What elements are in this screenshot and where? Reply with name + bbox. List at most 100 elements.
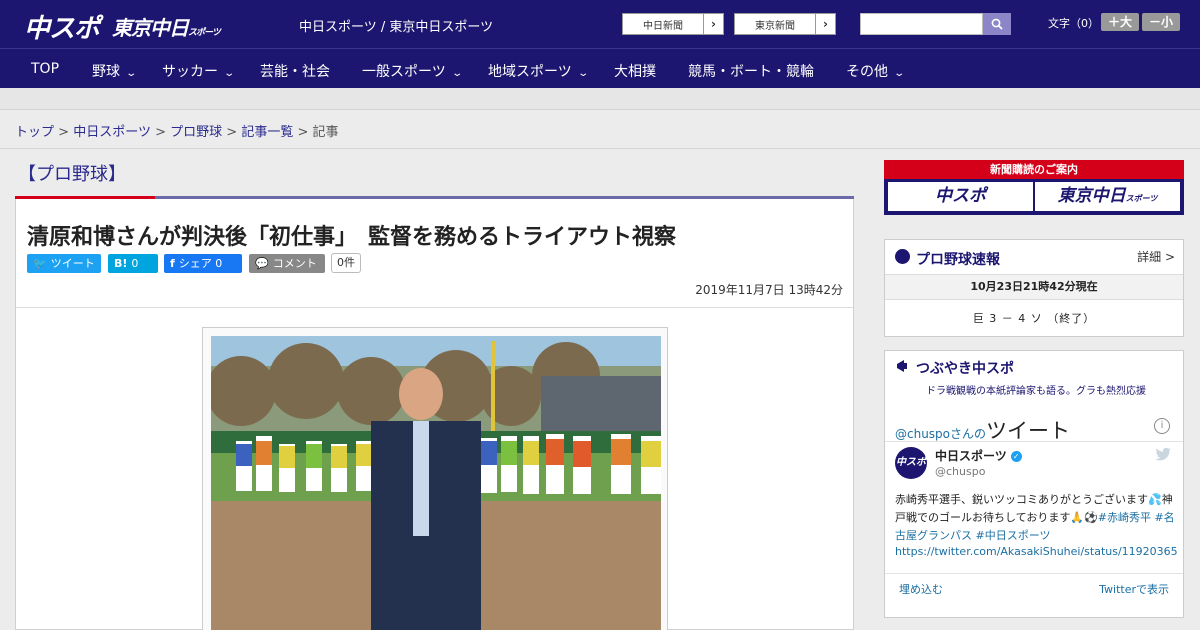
avatar[interactable]: 中スポ xyxy=(895,447,927,479)
subscribe-chuspo-button[interactable]: 中スポ xyxy=(888,182,1033,211)
chevron-down-icon: ⌄ xyxy=(451,68,463,79)
tokyo-chunichi-logo-small: スポーツ xyxy=(188,28,221,38)
nav-item-general-sports[interactable]: 一般スポーツ ⌄ xyxy=(362,61,463,81)
subscribe-tokyo-chunichi-small: スポーツ xyxy=(1125,194,1158,203)
nav-item-label: 芸能・社会 xyxy=(260,64,330,80)
subscription-banner[interactable]: 新聞購読のご案内 中スポ 東京中日スポーツ xyxy=(884,160,1184,215)
chevron-down-icon: ⌄ xyxy=(223,68,236,79)
tweets-widget-subtitle: ドラ戦観戦の本紙評論家も語る。グラも熱烈応援 xyxy=(926,386,1146,397)
nav-item-label: TOP xyxy=(31,61,60,77)
hatena-icon: B! xyxy=(114,257,128,270)
tokyo-chunichi-logo-text: 東京中日 xyxy=(112,16,189,40)
facebook-share-button[interactable]: f シェア 0 xyxy=(164,254,242,273)
font-size-label: 文字（0） xyxy=(1048,17,1099,30)
tweets-widget: つぶやき中スポ ドラ戦観戦の本紙評論家も語る。グラも熱烈応援 @chuspoさん… xyxy=(884,350,1184,618)
breadcrumb-separator: > xyxy=(155,125,166,140)
nav-item-sumo[interactable]: 大相撲 xyxy=(614,61,656,81)
twitter-bird-icon: 🐦 xyxy=(33,257,47,270)
breadcrumb-top[interactable]: トップ xyxy=(15,125,54,140)
breadcrumb-separator: > xyxy=(297,125,309,140)
nav-item-soccer[interactable]: サッカー ⌄ xyxy=(162,61,236,81)
nav-item-label: 地域スポーツ xyxy=(488,64,572,80)
nav-item-label: 大相撲 xyxy=(614,64,656,80)
article-photo[interactable] xyxy=(211,336,661,630)
nav-item-baseball[interactable]: 野球 ⌄ xyxy=(92,61,138,81)
hatena-bookmark-button[interactable]: B! 0 xyxy=(108,254,158,273)
nav-item-racing[interactable]: 競馬・ボート・競輪 xyxy=(688,61,814,81)
article-date: 2019年11月7日 13時42分 xyxy=(695,283,843,297)
tweet-url[interactable]: https://twitter.com/AkasakiShuhei/status… xyxy=(895,545,1177,558)
chevron-down-icon: ⌄ xyxy=(125,68,138,79)
embed-link[interactable]: 埋め込む xyxy=(899,581,943,597)
facebook-share-count: 0 xyxy=(215,257,223,270)
chevron-right-icon: › xyxy=(815,14,835,34)
subscribe-tokyo-chunichi-button[interactable]: 東京中日スポーツ xyxy=(1035,182,1180,211)
nav-item-local-sports[interactable]: 地域スポーツ ⌄ xyxy=(488,61,589,81)
search-input[interactable] xyxy=(860,13,983,35)
info-icon[interactable]: i xyxy=(1154,418,1170,434)
comment-label: コメント xyxy=(272,257,317,270)
breadcrumb: トップ > 中日スポーツ > プロ野球 > 記事一覧 > 記事 xyxy=(15,121,339,140)
chevron-down-icon: ⌄ xyxy=(577,68,589,79)
tokyo-shimbun-label: 東京新聞 xyxy=(755,21,795,32)
tweet-label: ツイート xyxy=(50,257,95,270)
hatena-count: 0 xyxy=(131,257,139,270)
account-name-text: 中日スポーツ xyxy=(935,449,1007,463)
nav-item-other[interactable]: その他 ⌄ xyxy=(846,61,906,81)
font-smaller-button[interactable]: －小 xyxy=(1142,13,1180,31)
ad-strip xyxy=(0,88,1200,110)
top-bar: 中スポ 東京中日スポーツ 中日スポーツ / 東京中日スポーツ 中日新聞 › 東京… xyxy=(0,0,1200,48)
baseball-detail-link[interactable]: 詳細 > xyxy=(1137,248,1175,265)
tweet-text: 赤崎秀平選手、鋭いツッコミありがとうございます💦神戸戦でのゴールお待ちしておりま… xyxy=(895,491,1175,545)
view-on-twitter-link[interactable]: Twitterで表示 xyxy=(1099,581,1169,597)
baseball-widget-title: プロ野球速報 xyxy=(916,252,1000,268)
article-card: 清原和博さんが判決後「初仕事」 監督を務めるトライアウト視察 🐦 ツイート B! 0… xyxy=(15,199,854,630)
baseball-icon xyxy=(895,249,910,264)
breadcrumb-chunichi-sports[interactable]: 中日スポーツ xyxy=(73,125,151,140)
subscribe-tokyo-chunichi-label: 東京中日 xyxy=(1057,186,1126,206)
subscription-title: 新聞購読のご案内 xyxy=(884,160,1184,179)
tweets-widget-title: つぶやき中スポ xyxy=(916,361,1014,377)
verified-badge-icon: ✓ xyxy=(1010,451,1022,462)
font-larger-button[interactable]: ＋大 xyxy=(1101,13,1139,31)
category-title: 【プロ野球】 xyxy=(18,164,126,185)
chunichi-shimbun-label: 中日新聞 xyxy=(643,21,683,32)
account-name[interactable]: 中日スポーツ ✓ xyxy=(935,447,1022,464)
article-photo-frame xyxy=(202,327,668,630)
megaphone-icon xyxy=(897,360,907,372)
tweet-button[interactable]: 🐦 ツイート xyxy=(27,254,101,273)
baseball-field-photo xyxy=(211,336,661,630)
twitter-bird-icon[interactable] xyxy=(1155,447,1171,461)
comment-button[interactable]: 💬 コメント xyxy=(249,254,325,273)
nav-item-label: 野球 xyxy=(92,64,120,80)
baseball-scores-widget: プロ野球速報 詳細 > 10月23日21時42分現在 巨 3 － 4 ソ （終了… xyxy=(884,239,1184,337)
article-headline: 清原和博さんが判決後「初仕事」 監督を務めるトライアウト視察 xyxy=(27,225,677,250)
timeline-handle[interactable]: @chuspo xyxy=(895,427,950,441)
divider xyxy=(0,148,1200,149)
timeline-title: ツイート xyxy=(986,419,1071,443)
tokyo-chunichi-logo[interactable]: 東京中日スポーツ xyxy=(112,12,221,41)
divider xyxy=(885,441,1183,442)
score-timestamp: 10月23日21時42分現在 xyxy=(885,274,1183,300)
game-score[interactable]: 巨 3 － 4 ソ （終了） xyxy=(885,310,1183,326)
account-handle[interactable]: @chuspo xyxy=(935,465,985,478)
tokyo-shimbun-link[interactable]: 東京新聞 › xyxy=(734,13,836,35)
chunichi-shimbun-link[interactable]: 中日新聞 › xyxy=(622,13,724,35)
nav-item-label: サッカー xyxy=(162,64,218,80)
nav-item-label: 一般スポーツ xyxy=(362,64,446,80)
nav-item-entertainment[interactable]: 芸能・社会 xyxy=(260,61,330,81)
breadcrumb-article-list[interactable]: 記事一覧 xyxy=(241,125,293,140)
divider xyxy=(885,573,1183,574)
chuspo-logo[interactable]: 中スポ xyxy=(24,8,100,45)
search-icon xyxy=(991,18,1003,30)
speech-bubble-icon: 💬 xyxy=(255,257,269,270)
breadcrumb-separator: > xyxy=(226,125,238,140)
nav-item-label: 競馬・ボート・競輪 xyxy=(688,64,814,80)
search-button[interactable] xyxy=(983,13,1011,35)
chevron-down-icon: ⌄ xyxy=(893,68,906,79)
comment-count: 0件 xyxy=(331,253,361,273)
facebook-icon: f xyxy=(170,257,175,270)
nav-item-label: その他 xyxy=(846,64,888,80)
nav-item-top[interactable]: TOP xyxy=(31,61,59,77)
breadcrumb-pro-baseball[interactable]: プロ野球 xyxy=(170,125,222,140)
